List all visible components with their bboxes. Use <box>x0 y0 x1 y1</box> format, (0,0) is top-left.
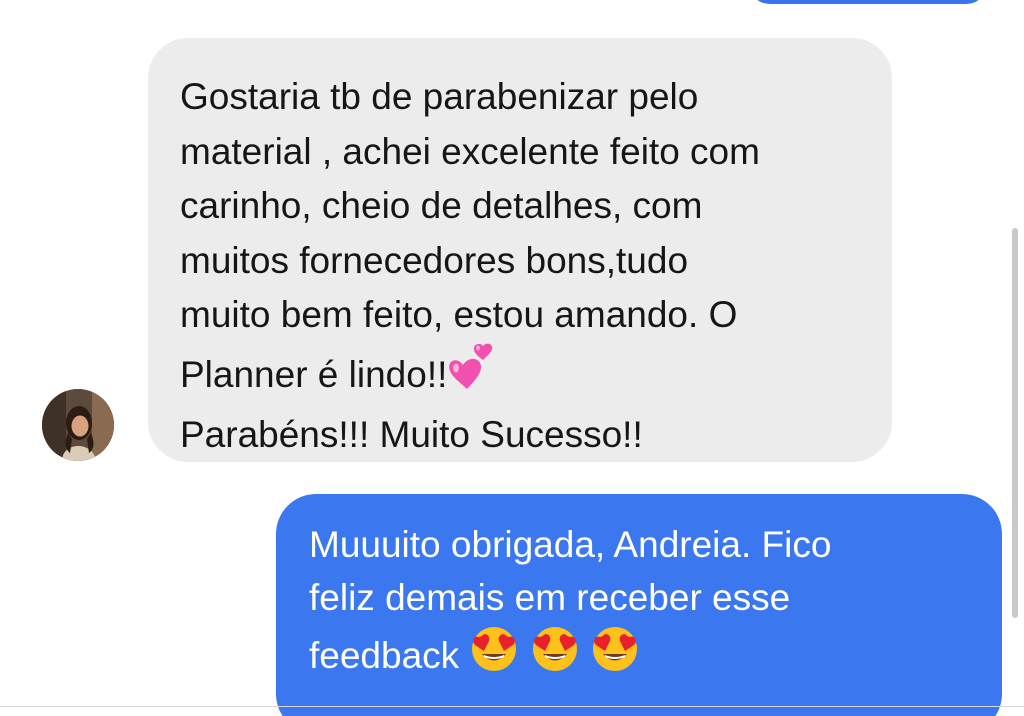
message-line: Planner é lindo!! <box>180 353 448 395</box>
message-line: muito bem feito, estou amando. O <box>180 294 738 335</box>
scrollbar[interactable] <box>1012 228 1018 618</box>
heart-eyes-icon <box>590 624 640 688</box>
divider <box>0 706 1024 707</box>
message-line: muitos fornecedores bons,tudo <box>180 239 689 281</box>
avatar[interactable] <box>42 389 114 461</box>
message-line: Muuuito obrigada, Andreia. Fico <box>309 524 832 565</box>
message-line: carinho, cheio de detalhes, com <box>180 185 703 226</box>
two-hearts-icon <box>447 343 499 409</box>
previous-outgoing-message-bubble[interactable] <box>748 0 988 4</box>
outgoing-message-bubble[interactable]: Muuuito obrigada, Andreia. Fico feliz de… <box>276 494 1002 716</box>
message-line: feedback <box>309 635 460 676</box>
heart-eyes-icon <box>530 624 580 688</box>
message-line: material , achei excelente feito com <box>180 130 760 172</box>
message-line: Gostaria tb de parabenizar pelo <box>180 76 699 117</box>
message-line: feliz demais em receber esse <box>309 577 791 618</box>
message-line-with-emoji: feedback <box>309 624 972 688</box>
message-thread: Gostaria tb de parabenizar pelo material… <box>0 0 1024 716</box>
message-line-with-emoji: Planner é lindo!! <box>180 343 862 409</box>
message-line: Parabéns!!! Muito Sucesso!! <box>180 414 643 455</box>
incoming-message-bubble[interactable]: Gostaria tb de parabenizar pelo material… <box>148 38 892 462</box>
heart-eyes-icon <box>469 624 519 688</box>
